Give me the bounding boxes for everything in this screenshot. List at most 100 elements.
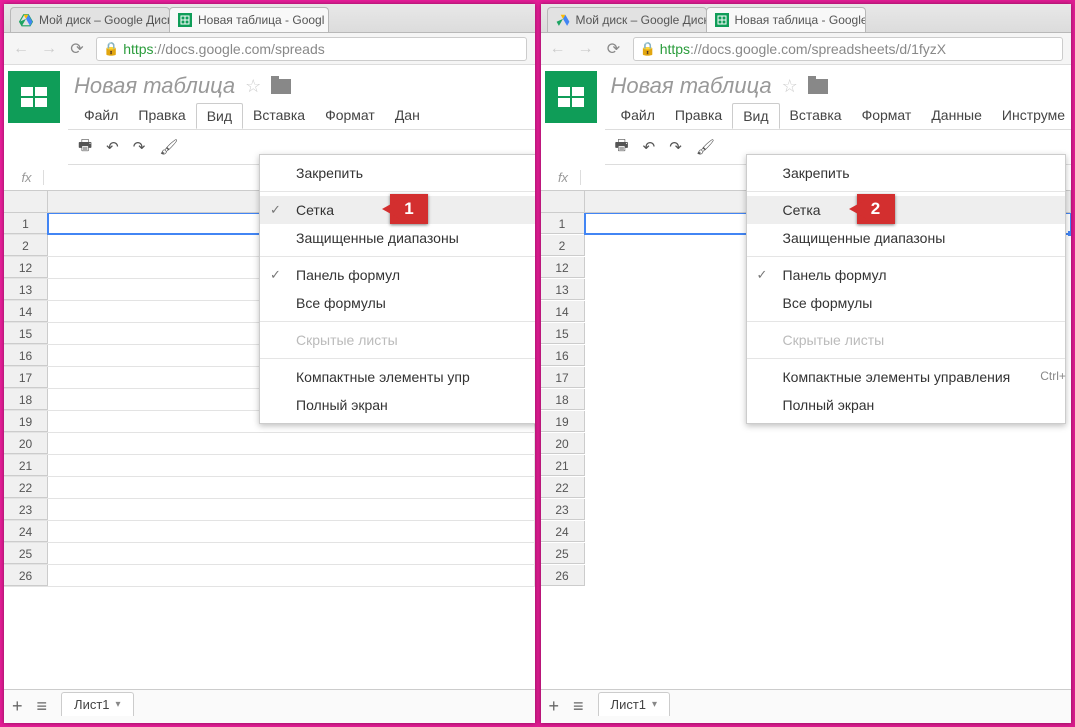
- menu-item[interactable]: ✓Панель формул: [260, 261, 535, 289]
- doc-title[interactable]: Новая таблица ☆: [74, 73, 535, 99]
- row-header[interactable]: 21: [4, 455, 48, 476]
- row-header[interactable]: 16: [541, 345, 585, 366]
- reload-button[interactable]: ⟳: [605, 39, 623, 59]
- row-header[interactable]: 1: [541, 213, 585, 234]
- cell[interactable]: [48, 455, 535, 476]
- folder-icon[interactable]: [271, 79, 291, 94]
- row-header[interactable]: 23: [541, 499, 585, 520]
- row-header[interactable]: 21: [541, 455, 585, 476]
- redo-icon[interactable]: ↷: [669, 138, 682, 156]
- cell[interactable]: [585, 477, 1072, 498]
- row-header[interactable]: 22: [4, 477, 48, 498]
- browser-tab-sheets[interactable]: Новая таблица - Google ×: [706, 7, 866, 32]
- menu-item[interactable]: Полный экран: [260, 391, 535, 419]
- cell[interactable]: [48, 499, 535, 520]
- forward-button[interactable]: →: [40, 40, 58, 58]
- star-icon[interactable]: ☆: [245, 76, 261, 97]
- menu-item[interactable]: Компактные элементы упр: [260, 363, 535, 391]
- menu-tools[interactable]: Инструме: [992, 103, 1071, 129]
- all-sheets-button[interactable]: ≡: [37, 696, 48, 717]
- sheet-tab[interactable]: Лист1 ▾: [598, 692, 671, 716]
- row-header[interactable]: 17: [541, 367, 585, 388]
- cell[interactable]: [585, 543, 1072, 564]
- address-bar[interactable]: 🔒 https://docs.google.com/spreads: [96, 37, 527, 61]
- select-all-corner[interactable]: [541, 191, 585, 212]
- menu-item[interactable]: Защищенные диапазоны: [260, 224, 535, 252]
- chevron-down-icon[interactable]: ▾: [116, 699, 121, 710]
- row-header[interactable]: 15: [4, 323, 48, 344]
- row-header[interactable]: 2: [541, 235, 585, 256]
- menu-format[interactable]: Формат: [852, 103, 922, 129]
- row-header[interactable]: 13: [4, 279, 48, 300]
- reload-button[interactable]: ⟳: [68, 39, 86, 59]
- row-header[interactable]: 18: [541, 389, 585, 410]
- row-header[interactable]: 12: [4, 257, 48, 278]
- menu-insert[interactable]: Вставка: [243, 103, 315, 129]
- select-all-corner[interactable]: [4, 191, 48, 212]
- menu-item[interactable]: Все формулы: [260, 289, 535, 317]
- row-header[interactable]: 17: [4, 367, 48, 388]
- menu-item[interactable]: Все формулы: [747, 289, 1065, 317]
- menu-data[interactable]: Дан: [385, 103, 430, 129]
- menu-item[interactable]: Сетка2: [747, 196, 1065, 224]
- sheet-tab[interactable]: Лист1 ▾: [61, 692, 134, 716]
- cell[interactable]: [48, 521, 535, 542]
- row-header[interactable]: 14: [4, 301, 48, 322]
- forward-button[interactable]: →: [577, 40, 595, 58]
- menu-item[interactable]: Закрепить: [747, 159, 1065, 187]
- row-header[interactable]: 1: [4, 213, 48, 234]
- paint-icon[interactable]: 🖌: [159, 138, 178, 156]
- row-header[interactable]: 18: [4, 389, 48, 410]
- sheets-logo[interactable]: [8, 71, 60, 123]
- row-header[interactable]: 15: [541, 323, 585, 344]
- row-header[interactable]: 24: [541, 521, 585, 542]
- back-button[interactable]: ←: [12, 40, 30, 58]
- browser-tab-sheets[interactable]: Новая таблица - Googl ×: [169, 7, 329, 32]
- row-header[interactable]: 24: [4, 521, 48, 542]
- chevron-down-icon[interactable]: ▾: [652, 699, 657, 710]
- cell[interactable]: [48, 565, 535, 586]
- menu-file[interactable]: Файл: [74, 103, 128, 129]
- menu-item[interactable]: Полный экран: [747, 391, 1065, 419]
- cell[interactable]: [585, 565, 1072, 586]
- star-icon[interactable]: ☆: [782, 76, 798, 97]
- menu-data[interactable]: Данные: [921, 103, 992, 129]
- menu-edit[interactable]: Правка: [128, 103, 195, 129]
- cell[interactable]: [48, 477, 535, 498]
- menu-item[interactable]: Закрепить: [260, 159, 535, 187]
- menu-item[interactable]: ✓Сетка1: [260, 196, 535, 224]
- undo-icon[interactable]: ↶: [106, 138, 119, 156]
- cell[interactable]: [585, 433, 1072, 454]
- cell[interactable]: [585, 521, 1072, 542]
- row-header[interactable]: 25: [541, 543, 585, 564]
- row-header[interactable]: 26: [541, 565, 585, 586]
- cell[interactable]: [48, 433, 535, 454]
- menu-insert[interactable]: Вставка: [780, 103, 852, 129]
- row-header[interactable]: 13: [541, 279, 585, 300]
- row-header[interactable]: 25: [4, 543, 48, 564]
- row-header[interactable]: 12: [541, 257, 585, 278]
- print-icon[interactable]: 🖶: [615, 135, 629, 160]
- folder-icon[interactable]: [808, 79, 828, 94]
- menu-view[interactable]: Вид: [196, 103, 243, 129]
- undo-icon[interactable]: ↶: [643, 138, 656, 156]
- menu-item[interactable]: Защищенные диапазоны: [747, 224, 1065, 252]
- add-sheet-button[interactable]: +: [12, 696, 23, 717]
- menu-item[interactable]: Компактные элементы управленияCtrl+: [747, 363, 1065, 391]
- sheets-logo[interactable]: [545, 71, 597, 123]
- row-header[interactable]: 20: [4, 433, 48, 454]
- cell[interactable]: [48, 543, 535, 564]
- menu-view[interactable]: Вид: [732, 103, 779, 129]
- address-bar[interactable]: 🔒 https://docs.google.com/spreadsheets/d…: [633, 37, 1064, 61]
- row-header[interactable]: 22: [541, 477, 585, 498]
- paint-icon[interactable]: 🖌: [696, 138, 715, 156]
- all-sheets-button[interactable]: ≡: [573, 696, 584, 717]
- cell[interactable]: [585, 499, 1072, 520]
- row-header[interactable]: 20: [541, 433, 585, 454]
- menu-file[interactable]: Файл: [611, 103, 665, 129]
- row-header[interactable]: 16: [4, 345, 48, 366]
- menu-item[interactable]: ✓Панель формул: [747, 261, 1065, 289]
- row-header[interactable]: 2: [4, 235, 48, 256]
- menu-edit[interactable]: Правка: [665, 103, 732, 129]
- redo-icon[interactable]: ↷: [133, 138, 146, 156]
